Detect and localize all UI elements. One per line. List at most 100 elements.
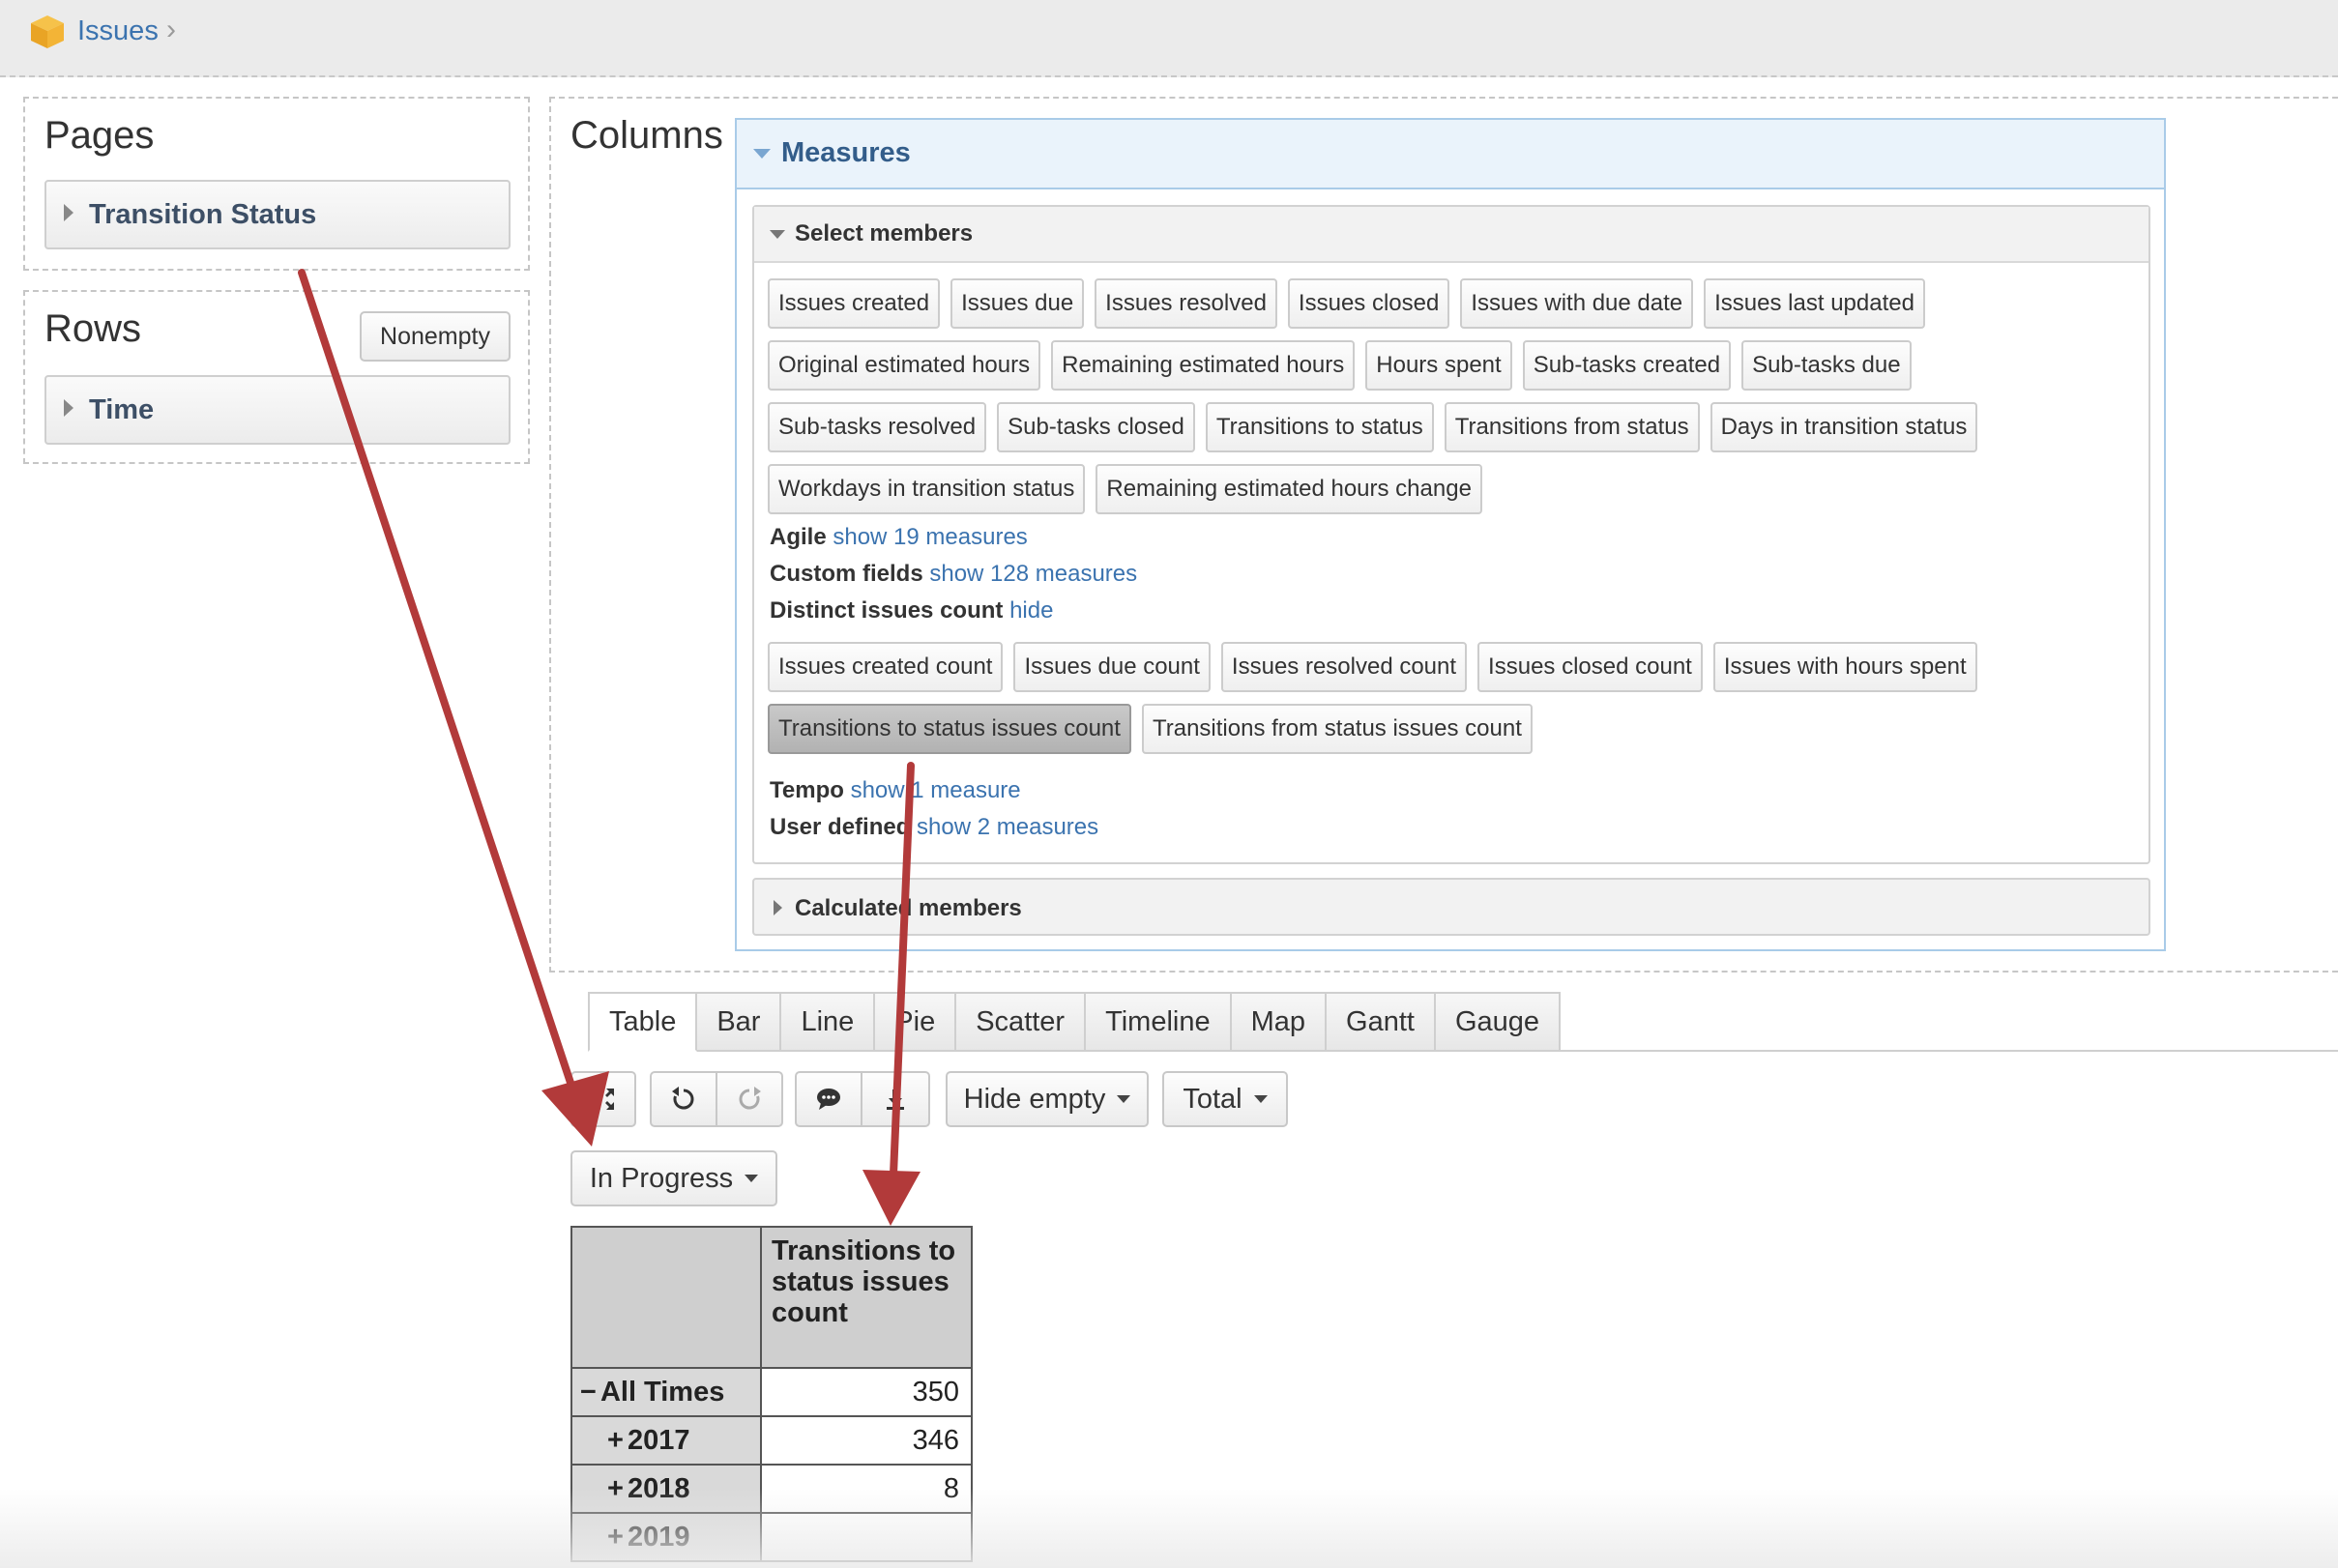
group-custom-fields: Custom fields show 128 measures [770, 561, 1137, 588]
total-label: Total [1183, 1083, 1242, 1115]
chevron-right-icon: › [166, 14, 176, 45]
measure-chip[interactable]: Sub-tasks due [1741, 340, 1912, 391]
redo-button[interactable] [716, 1071, 783, 1127]
column-header-transitions-to-status-issues-count[interactable]: Transitions to status issues count [760, 1226, 973, 1369]
comment-icon [817, 1089, 840, 1110]
expand-triangle-icon [64, 204, 73, 221]
expand-plus-icon[interactable]: + [607, 1473, 624, 1504]
calculated-members-header[interactable]: Calculated members [752, 878, 2150, 936]
group-name: User defined [770, 814, 911, 840]
row-header-2018[interactable]: +2018 [570, 1464, 762, 1514]
row-header-2019[interactable]: +2019 [570, 1512, 762, 1562]
pages-dimension-transition-status[interactable]: Transition Status [44, 180, 511, 249]
measure-chip-selected[interactable]: Transitions to status issues count [768, 704, 1131, 754]
export-button[interactable] [861, 1071, 930, 1127]
measure-chip[interactable]: Workdays in transition status [768, 464, 1086, 514]
total-dropdown[interactable]: Total [1162, 1071, 1288, 1127]
measure-chip[interactable]: Issues resolved [1095, 278, 1277, 329]
tab-gauge[interactable]: Gauge [1435, 992, 1562, 1052]
dimension-label: Time [89, 394, 155, 425]
measures-header[interactable]: Measures [737, 120, 2164, 189]
measure-chip[interactable]: Sub-tasks closed [997, 402, 1195, 452]
table-row: +2018 8 [570, 1464, 973, 1514]
bottom-shadow [0, 1489, 2338, 1568]
breadcrumb-issues-link[interactable]: Issues [77, 15, 159, 47]
group-hide-link[interactable]: hide [1009, 597, 1053, 624]
group-name: Agile [770, 524, 827, 550]
expand-triangle-icon [64, 399, 73, 417]
measure-chip[interactable]: Issues created count [768, 642, 1004, 692]
expand-plus-icon[interactable]: + [607, 1522, 624, 1553]
measure-chip[interactable]: Transitions from status [1444, 402, 1700, 452]
page-filter-dropdown[interactable]: In Progress [570, 1150, 777, 1206]
download-icon [887, 1089, 904, 1110]
tab-map[interactable]: Map [1231, 992, 1328, 1052]
measure-chip[interactable]: Days in transition status [1710, 402, 1978, 452]
measure-chip[interactable]: Remaining estimated hours [1051, 340, 1356, 391]
measures-panel: Measures Select members Issues created I… [735, 118, 2166, 951]
group-show-link[interactable]: show 2 measures [917, 814, 1098, 840]
caret-down-icon [1253, 1095, 1268, 1103]
group-show-link[interactable]: show 1 measure [851, 777, 1021, 803]
measure-chip[interactable]: Sub-tasks created [1522, 340, 1732, 391]
tab-bar[interactable]: Bar [697, 992, 782, 1052]
top-bar: Issues › [0, 0, 2338, 77]
row-header-all-times[interactable]: − All Times [570, 1367, 762, 1417]
expand-triangle-icon [774, 900, 782, 915]
view-tabs: Table Bar Line Pie Scatter Timeline Map … [588, 992, 1562, 1052]
table-row: +2017 346 [570, 1415, 973, 1466]
pages-panel: Pages Transition Status [23, 97, 530, 271]
table-cell [760, 1512, 973, 1562]
tab-scatter[interactable]: Scatter [956, 992, 1087, 1052]
measure-chip[interactable]: Issues with hours spent [1712, 642, 1977, 692]
tab-line[interactable]: Line [781, 992, 876, 1052]
row-header-2017[interactable]: +2017 [570, 1415, 762, 1466]
nonempty-button[interactable]: Nonempty [360, 311, 511, 362]
group-distinct-issues-count: Distinct issues count hide [770, 597, 1053, 624]
calculated-members-label: Calculated members [795, 895, 1022, 921]
measure-chip[interactable]: Issues with due date [1460, 278, 1694, 329]
group-show-link[interactable]: show 19 measures [833, 524, 1027, 550]
measure-chip[interactable]: Issues created [768, 278, 941, 329]
group-agile: Agile show 19 measures [770, 524, 1028, 551]
group-show-link[interactable]: show 128 measures [929, 561, 1137, 587]
measure-chip[interactable]: Sub-tasks resolved [768, 402, 987, 452]
measure-chip[interactable]: Issues due [950, 278, 1085, 329]
result-table: Transitions to status issues count − All … [570, 1226, 973, 1562]
measure-chip[interactable]: Issues resolved count [1220, 642, 1468, 692]
measure-chip[interactable]: Original estimated hours [768, 340, 1041, 391]
comment-button[interactable] [795, 1071, 862, 1127]
select-members-box: Select members Issues created Issues due… [752, 205, 2150, 864]
expand-plus-icon[interactable]: + [607, 1425, 624, 1456]
table-row: − All Times 350 [570, 1367, 973, 1417]
distinct-measure-chips: Issues created count Issues due count Is… [768, 642, 2141, 766]
measure-chip[interactable]: Issues due count [1013, 642, 1211, 692]
hide-empty-dropdown[interactable]: Hide empty [946, 1071, 1149, 1127]
redo-icon [739, 1087, 761, 1110]
measure-chip[interactable]: Issues last updated [1704, 278, 1925, 329]
collapse-triangle-icon [753, 149, 771, 159]
collapse-minus-icon[interactable]: − [580, 1377, 597, 1408]
expand-arrows-icon [593, 1089, 614, 1110]
rows-dimension-time[interactable]: Time [44, 375, 511, 445]
undo-icon [672, 1087, 694, 1110]
measure-chip[interactable]: Remaining estimated hours change [1096, 464, 1482, 514]
tabs-divider [1006, 1050, 2338, 1052]
measure-chip[interactable]: Issues closed [1287, 278, 1450, 329]
tab-timeline[interactable]: Timeline [1086, 992, 1232, 1052]
tab-gantt[interactable]: Gantt [1327, 992, 1436, 1052]
fullscreen-button[interactable] [570, 1071, 636, 1127]
tab-pie[interactable]: Pie [875, 992, 957, 1052]
table-corner [570, 1226, 762, 1369]
undo-button[interactable] [650, 1071, 717, 1127]
measure-chip[interactable]: Transitions from status issues count [1141, 704, 1533, 754]
select-members-label: Select members [795, 220, 974, 247]
tab-table[interactable]: Table [588, 992, 698, 1052]
measure-chip[interactable]: Hours spent [1365, 340, 1512, 391]
table-cell: 346 [760, 1415, 973, 1466]
select-members-header[interactable]: Select members [754, 207, 2148, 263]
table-cell: 8 [760, 1464, 973, 1514]
table-row: +2019 [570, 1512, 973, 1562]
measure-chip[interactable]: Transitions to status [1205, 402, 1434, 452]
measure-chip[interactable]: Issues closed count [1477, 642, 1703, 692]
